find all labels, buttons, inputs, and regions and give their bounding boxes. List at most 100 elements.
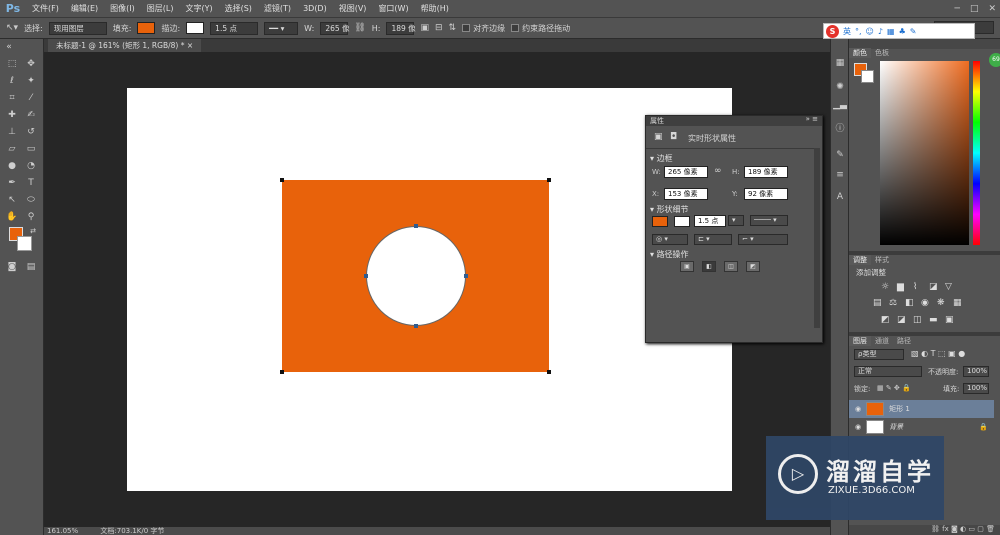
vibrance-icon[interactable]: ▽ xyxy=(945,282,952,292)
hue-saturation-icon[interactable]: ▤ xyxy=(873,298,882,308)
swap-colors-icon[interactable]: ⇄ xyxy=(26,225,40,237)
gradient-map-icon[interactable]: ▬ xyxy=(929,315,938,325)
history-brush-icon[interactable]: ↺ xyxy=(24,126,38,138)
close-tab-icon[interactable]: × xyxy=(187,41,193,50)
stroke-cap-dropdown[interactable]: ⊏ ▾ xyxy=(694,234,732,245)
menu-image[interactable]: 图像(I) xyxy=(104,3,141,14)
menu-edit[interactable]: 编辑(E) xyxy=(65,3,104,14)
histogram-panel-icon[interactable]: ▁▃ xyxy=(833,99,847,111)
zoom-level[interactable]: 161.05% xyxy=(47,527,78,535)
link-layers-icon[interactable]: ⛓ xyxy=(931,525,940,533)
blend-mode-dropdown[interactable]: 正常 xyxy=(854,366,922,377)
tab-styles[interactable]: 样式 xyxy=(871,255,893,265)
menu-view[interactable]: 视图(V) xyxy=(333,3,373,14)
background-color-swatch[interactable] xyxy=(17,236,32,251)
circle-cutout-shape[interactable] xyxy=(366,226,466,326)
brush-tool-icon[interactable]: ✍ xyxy=(24,109,38,121)
tab-layers[interactable]: 图层 xyxy=(849,336,871,346)
hue-slider[interactable] xyxy=(973,61,980,245)
layer-row-selected[interactable]: ◉ 矩形 1 xyxy=(849,400,994,418)
pixel-mask-icon[interactable]: ▣ xyxy=(654,132,663,142)
channel-mixer-icon[interactable]: ❋ xyxy=(937,298,945,308)
ime-keyboard-icon[interactable]: ▦ xyxy=(887,27,895,36)
zoom-tool-icon[interactable]: ⚲ xyxy=(24,211,38,223)
link-dimensions-icon[interactable]: ∞ xyxy=(714,166,722,176)
shape-fill-swatch[interactable] xyxy=(652,216,668,227)
shape-stroke-swatch[interactable] xyxy=(674,216,690,227)
layer-row[interactable]: ◉ 背景 🔒 xyxy=(849,418,994,436)
ellipse-tool-icon[interactable]: ⬭ xyxy=(24,194,38,206)
menu-window[interactable]: 窗口(W) xyxy=(372,3,414,14)
history-panel-icon[interactable]: ▦ xyxy=(833,57,847,69)
document-tab[interactable]: 未标题-1 @ 161% (矩形 1, RGB/8) * × xyxy=(48,39,202,52)
ime-punctuation-icon[interactable]: °, xyxy=(855,27,862,36)
black-white-icon[interactable]: ◧ xyxy=(905,298,914,308)
stroke-color-swatch[interactable] xyxy=(186,22,205,34)
maximize-button[interactable]: □ xyxy=(970,4,979,14)
link-icon[interactable]: ⛓ xyxy=(354,23,365,33)
align-edges-checkbox[interactable]: 对齐边缘 xyxy=(462,23,505,34)
combine-shapes-button[interactable]: ▣ xyxy=(680,261,694,272)
shape-width-field[interactable]: 265 像素 xyxy=(664,166,708,178)
color-balance-icon[interactable]: ⚖ xyxy=(889,298,897,308)
curves-icon[interactable]: ⌇ xyxy=(913,282,917,292)
fill-field[interactable]: 100% xyxy=(963,383,989,394)
add-mask-icon[interactable]: ◙ xyxy=(951,525,958,533)
width-field[interactable]: 265 像 xyxy=(320,21,350,35)
clone-stamp-icon[interactable]: ⊥ xyxy=(5,126,19,138)
opacity-field[interactable]: 100% xyxy=(963,366,989,377)
vector-mask-icon[interactable]: ◘ xyxy=(670,132,677,142)
anchor-point[interactable] xyxy=(280,178,284,182)
anchor-point[interactable] xyxy=(364,274,368,278)
toolbox-collapse-icon[interactable]: « xyxy=(2,41,16,53)
visibility-eye-icon[interactable]: ◉ xyxy=(855,423,861,431)
path-operations-section[interactable]: ▾ 路径操作 xyxy=(650,249,689,260)
brightness-icon[interactable]: ☼ xyxy=(881,282,889,292)
path-select-tool-icon[interactable]: ↖▾ xyxy=(6,23,18,33)
info-panel-icon[interactable]: ⓘ xyxy=(833,123,847,135)
stroke-style-dropdown[interactable]: ──── ▾ xyxy=(750,215,788,226)
ime-skin-icon[interactable]: ♣ xyxy=(899,27,906,36)
anchor-point[interactable] xyxy=(280,370,284,374)
close-window-button[interactable]: ✕ xyxy=(988,4,996,14)
intersect-shapes-button[interactable]: ◫ xyxy=(724,261,738,272)
paragraph-panel-icon[interactable]: ≡ xyxy=(833,169,847,181)
color-spectrum-field[interactable] xyxy=(880,61,969,245)
fx-icon[interactable]: fx xyxy=(942,525,949,533)
character-panel-icon[interactable]: A xyxy=(833,191,847,203)
gradient-tool-icon[interactable]: ▭ xyxy=(24,143,38,155)
path-operations-icon[interactable]: ▣ xyxy=(420,23,429,33)
ime-language[interactable]: 英 xyxy=(843,26,851,37)
shape-stroke-width[interactable]: 1.5 点 xyxy=(694,215,726,227)
minimize-button[interactable]: ─ xyxy=(955,4,960,14)
bounds-section[interactable]: ▾ 边框 xyxy=(650,153,673,164)
levels-icon[interactable]: ▆ xyxy=(897,282,904,292)
properties-scrollbar[interactable] xyxy=(814,148,820,328)
tab-adjustments[interactable]: 调整 xyxy=(849,255,871,265)
panel-menu-icon[interactable]: » ≡ xyxy=(806,115,818,123)
path-alignment-icon[interactable]: ⊟ xyxy=(435,23,443,33)
menu-help[interactable]: 帮助(H) xyxy=(415,3,455,14)
stroke-width-field[interactable]: 1.5 点 xyxy=(210,21,259,35)
subtract-front-button[interactable]: ◧ xyxy=(702,261,716,272)
invert-icon[interactable]: ◩ xyxy=(881,315,890,325)
stroke-type-dropdown[interactable]: ━━ ▾ xyxy=(264,21,299,35)
screen-mode-icon[interactable]: ▤ xyxy=(24,261,38,273)
color-panel-background[interactable] xyxy=(861,70,874,83)
layer-filter-dropdown[interactable]: ρ类型 xyxy=(854,349,904,360)
constrain-path-checkbox[interactable]: 约束路径拖动 xyxy=(511,23,570,34)
actions-panel-icon[interactable]: ✺ xyxy=(833,81,847,93)
brush-presets-icon[interactable]: ✎ xyxy=(833,149,847,161)
ime-tools-icon[interactable]: ✎ xyxy=(910,27,917,36)
adjustment-layer-icon[interactable]: ◐ xyxy=(960,525,966,533)
layer-name[interactable]: 背景 xyxy=(889,422,903,432)
move-tool-icon[interactable]: ✥ xyxy=(24,58,38,70)
new-layer-icon[interactable]: ▢ xyxy=(977,525,984,533)
tab-channels[interactable]: 通道 xyxy=(871,336,893,346)
menu-type[interactable]: 文字(Y) xyxy=(179,3,218,14)
select-layer-dropdown[interactable]: 现用图层 xyxy=(48,21,107,35)
shape-details-section[interactable]: ▾ 形状细节 xyxy=(650,204,689,215)
posterize-icon[interactable]: ◪ xyxy=(897,315,906,325)
height-field[interactable]: 189 像 xyxy=(386,21,416,35)
anchor-point[interactable] xyxy=(464,274,468,278)
